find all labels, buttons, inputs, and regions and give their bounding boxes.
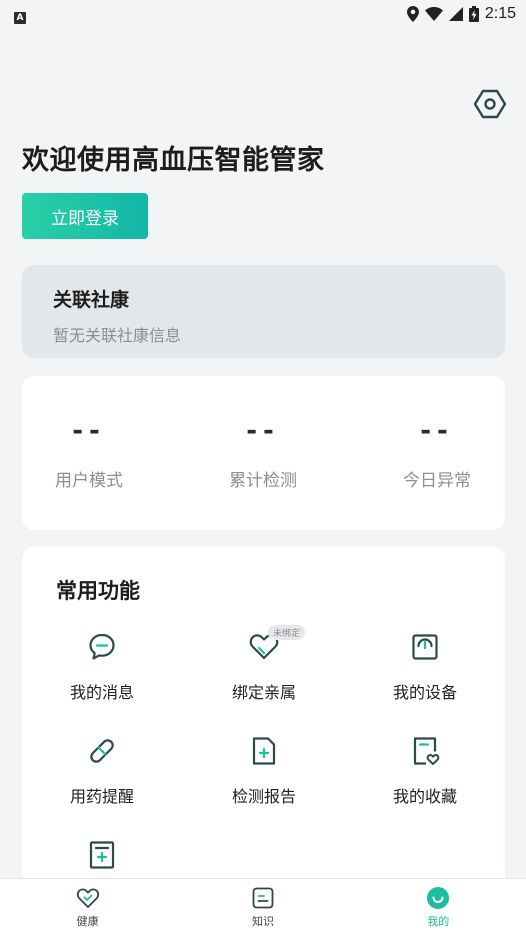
stat-total-tests[interactable]: -- 累计检测: [193, 416, 333, 491]
nav-knowledge[interactable]: 知识: [203, 886, 323, 929]
func-label: 我的设备: [392, 683, 457, 702]
battery-charging-icon: [468, 6, 479, 22]
login-button[interactable]: 立即登录: [22, 193, 148, 239]
func-label: 我的收藏: [392, 787, 457, 806]
status-bar: A 2:15: [0, 0, 526, 28]
medication-reminder-item[interactable]: 用药提醒: [32, 735, 172, 807]
stat-today-abnormal[interactable]: -- 今日异常: [367, 416, 507, 491]
common-functions-card: 常用功能 我的消息 未绑定 绑定亲属 我的设备 用药提醒 检测报告 我的收藏: [22, 547, 505, 887]
func-label: 用药提醒: [69, 787, 134, 806]
unbound-badge: 未绑定: [268, 625, 306, 640]
signal-icon: [448, 7, 463, 21]
nav-label: 我的: [427, 915, 450, 928]
wifi-icon: [424, 7, 443, 21]
medical-record-icon: [89, 841, 115, 869]
settings-hexagon-icon: [474, 89, 506, 119]
community-subtitle: 暂无关联社康信息: [53, 326, 182, 345]
location-icon: [406, 6, 419, 22]
bottom-nav: 健康 知识 我的: [0, 878, 526, 936]
knowledge-icon: [252, 887, 274, 909]
report-icon: [252, 737, 276, 765]
heart-icon: [76, 888, 99, 908]
stat-label: 累计检测: [229, 471, 297, 491]
favorite-doc-icon: [413, 737, 440, 765]
test-report-item[interactable]: 检测报告: [194, 735, 334, 807]
nav-profile[interactable]: 我的: [378, 886, 498, 929]
community-title: 关联社康: [53, 289, 130, 311]
func-label: 我的消息: [69, 683, 134, 702]
nav-label: 知识: [251, 915, 274, 928]
profile-icon: [427, 887, 450, 909]
pill-icon: [90, 739, 114, 763]
stat-value: --: [246, 416, 280, 446]
functions-title: 常用功能: [56, 579, 140, 603]
status-time: 2:15: [484, 5, 516, 22]
stats-card: -- 用户模式 -- 累计检测 -- 今日异常: [22, 376, 505, 530]
welcome-title: 欢迎使用高血压智能管家: [22, 145, 325, 176]
my-devices-item[interactable]: 我的设备: [355, 631, 495, 703]
my-favorites-item[interactable]: 我的收藏: [355, 735, 495, 807]
community-card[interactable]: 关联社康 暂无关联社康信息: [22, 265, 505, 358]
stat-value: --: [72, 416, 106, 446]
nav-health[interactable]: 健康: [28, 886, 148, 929]
my-messages-item[interactable]: 我的消息: [32, 631, 172, 703]
settings-button[interactable]: [470, 84, 510, 124]
func-label: 绑定亲属: [231, 683, 296, 702]
stat-label: 今日异常: [403, 471, 471, 491]
device-icon: [412, 634, 438, 660]
nav-label: 健康: [76, 915, 99, 928]
stat-value: --: [420, 416, 454, 446]
notification-a-icon: A: [14, 11, 26, 24]
stat-user-mode[interactable]: -- 用户模式: [19, 416, 159, 491]
stat-label: 用户模式: [55, 471, 123, 491]
message-icon: [89, 633, 115, 660]
bind-relatives-item[interactable]: 未绑定 绑定亲属: [194, 625, 334, 703]
func-label: 检测报告: [231, 787, 296, 806]
